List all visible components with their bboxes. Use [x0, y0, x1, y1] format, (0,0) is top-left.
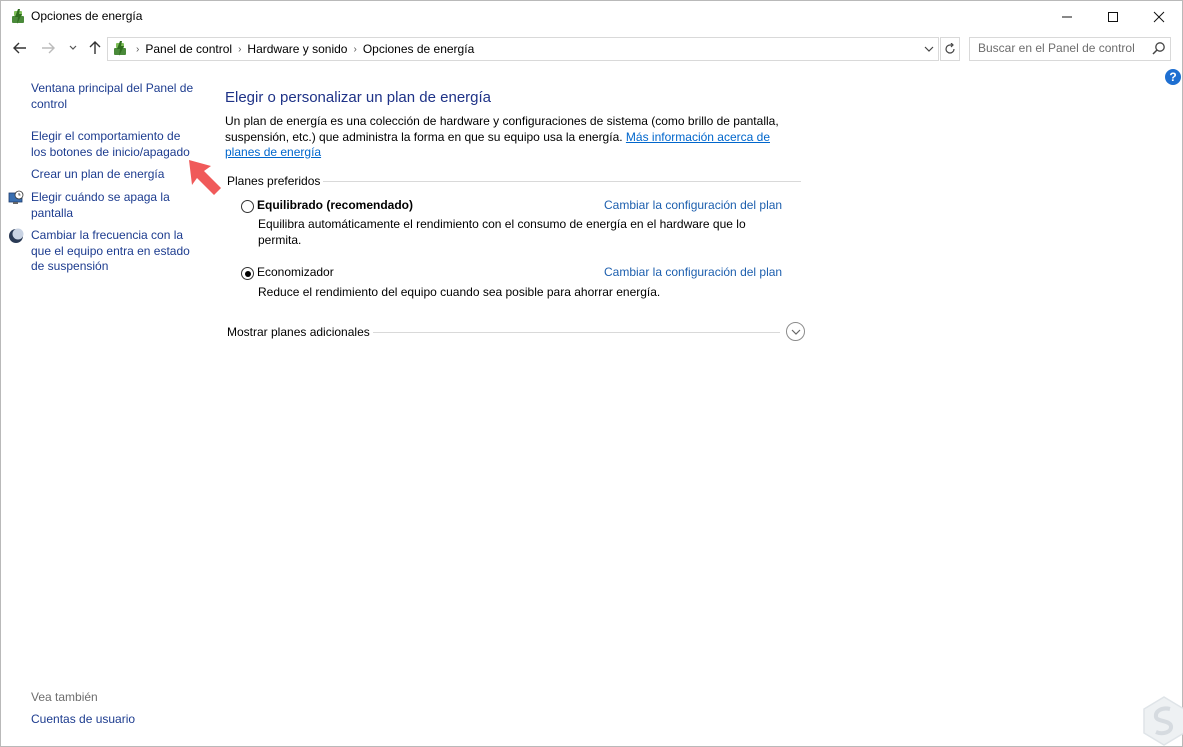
plan-name-equilibrado[interactable]: Equilibrado (recomendado) [257, 198, 413, 212]
watermark-logo-icon [1143, 696, 1183, 746]
chevron-down-icon [924, 46, 934, 52]
back-button[interactable] [9, 37, 31, 59]
display-clock-icon [8, 190, 24, 204]
divider [373, 332, 780, 333]
forward-button[interactable] [37, 37, 59, 59]
arrow-left-icon [13, 42, 26, 54]
change-plan-link-economizador[interactable]: Cambiar la configuración del plan [604, 265, 782, 279]
expand-plans-button[interactable] [786, 322, 805, 341]
window: Opciones de energía › Panel de control ›… [0, 0, 1183, 747]
page-description: Un plan de energía es una colección de h… [225, 114, 805, 161]
address-bar[interactable]: › Panel de control › Hardware y sonido ›… [107, 37, 939, 61]
plan-radio-economizador[interactable] [241, 267, 254, 280]
navigation-bar: › Panel de control › Hardware y sonido ›… [1, 34, 1182, 63]
breadcrumb-separator-icon: › [136, 43, 140, 55]
power-options-icon [114, 41, 126, 56]
plan-description-equilibrado: Equilibra automáticamente el rendimiento… [258, 217, 746, 247]
left-link-create-power-plan[interactable]: Crear un plan de energía [31, 167, 201, 183]
minimize-button[interactable] [1044, 1, 1090, 32]
show-more-plans-label[interactable]: Mostrar planes adicionales [227, 325, 370, 339]
search-input[interactable] [970, 38, 1156, 58]
minimize-icon [1062, 16, 1072, 17]
left-link-display-off[interactable]: Elegir cuándo se apaga la pantalla [31, 190, 196, 221]
see-also-heading: Vea también [31, 690, 98, 704]
breadcrumb-separator-icon[interactable]: › [238, 44, 241, 55]
refresh-button[interactable] [940, 37, 960, 61]
recent-locations-button[interactable] [65, 37, 81, 59]
breadcrumb-separator-icon[interactable]: › [353, 44, 356, 55]
divider [323, 181, 801, 182]
power-options-icon [12, 9, 24, 24]
title-bar: Opciones de energía [1, 1, 1182, 32]
search-icon[interactable] [1152, 41, 1166, 55]
up-button[interactable] [85, 37, 105, 59]
chevron-down-icon [791, 329, 800, 335]
left-link-sleep-frequency[interactable]: Cambiar la frecuencia con la que el equi… [31, 228, 201, 275]
left-link-user-accounts[interactable]: Cuentas de usuario [31, 712, 135, 728]
arrow-up-icon [89, 41, 101, 54]
left-link-control-panel-home[interactable]: Ventana principal del Panel de control [31, 81, 201, 112]
plan-radio-equilibrado[interactable] [241, 200, 254, 213]
left-link-power-buttons-behavior[interactable]: Elegir el comportamiento de los botones … [31, 129, 196, 160]
breadcrumb-item-opciones-de-energia[interactable]: Opciones de energía [363, 42, 474, 56]
page-title: Elegir o personalizar un plan de energía [225, 89, 492, 106]
breadcrumb: › Panel de control › Hardware y sonido ›… [130, 38, 474, 60]
plan-name-economizador[interactable]: Economizador [257, 265, 334, 279]
breadcrumb-item-panel-de-control[interactable]: Panel de control [145, 42, 232, 56]
search-box [969, 37, 1171, 61]
breadcrumb-item-hardware-y-sonido[interactable]: Hardware y sonido [247, 42, 347, 56]
arrow-right-icon [42, 42, 55, 54]
maximize-icon [1108, 11, 1118, 22]
red-arrow-icon [189, 160, 221, 195]
close-button[interactable] [1136, 1, 1182, 32]
address-history-button[interactable] [919, 38, 938, 60]
close-icon [1153, 11, 1165, 22]
refresh-icon [945, 43, 955, 54]
plan-description-economizador: Reduce el rendimiento del equipo cuando … [258, 285, 661, 299]
help-icon[interactable]: ? [1165, 69, 1181, 85]
chevron-down-icon [69, 45, 77, 50]
preferred-plans-label: Planes preferidos [227, 174, 321, 188]
change-plan-link-equilibrado[interactable]: Cambiar la configuración del plan [604, 198, 782, 212]
window-title: Opciones de energía [31, 9, 143, 23]
moon-sleep-icon [9, 228, 24, 243]
maximize-button[interactable] [1090, 1, 1136, 32]
